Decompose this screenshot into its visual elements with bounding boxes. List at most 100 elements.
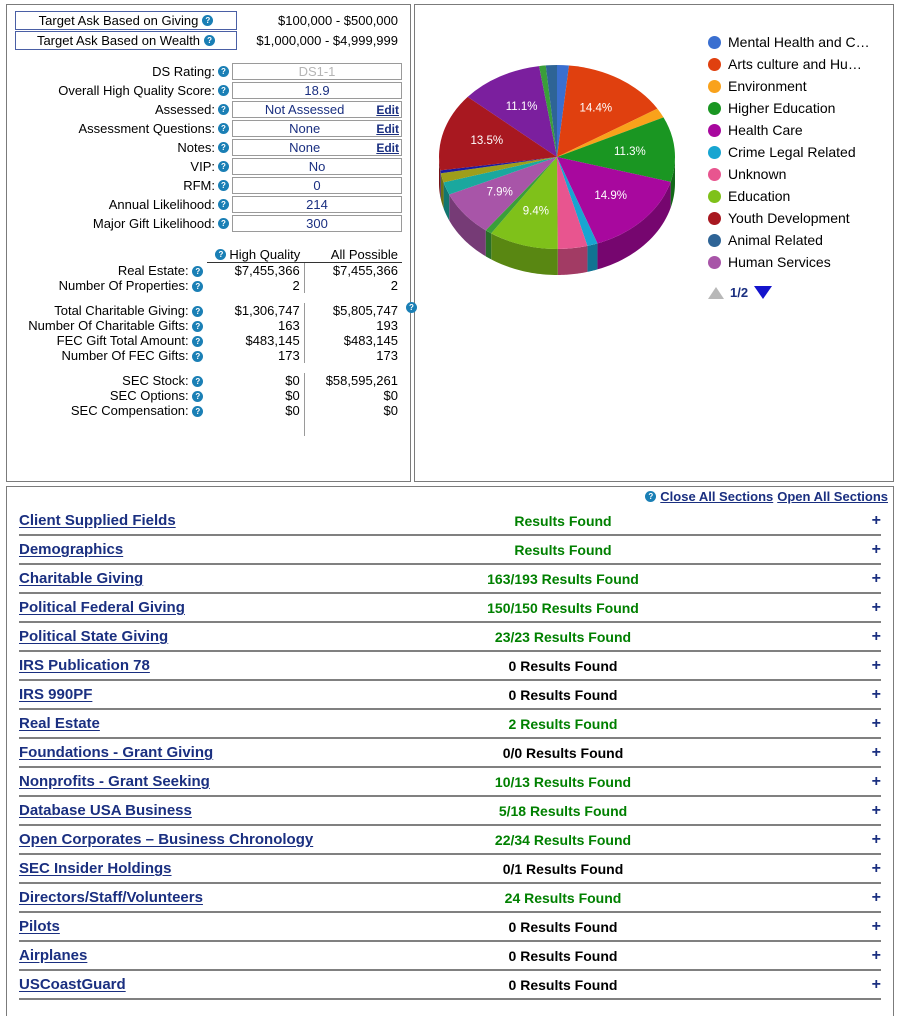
- help-icon[interactable]: ?: [192, 391, 204, 403]
- accordion-section-title[interactable]: Foundations - Grant Giving: [19, 744, 449, 761]
- accordion-section-title[interactable]: Political Federal Giving: [19, 599, 449, 616]
- help-icon[interactable]: ?: [202, 15, 214, 26]
- accordion-row[interactable]: Charitable Giving 163/193 Results Found +: [19, 565, 881, 594]
- accordion-expand-icon[interactable]: +: [857, 802, 881, 820]
- help-icon[interactable]: ?: [192, 351, 204, 363]
- open-all-sections-link[interactable]: Open All Sections: [777, 489, 888, 504]
- accordion-section-title[interactable]: Nonprofits - Grant Seeking: [19, 773, 449, 790]
- accordion-row[interactable]: Pilots 0 Results Found +: [19, 913, 881, 942]
- accordion-expand-icon[interactable]: +: [857, 976, 881, 994]
- help-icon[interactable]: ?: [218, 142, 229, 153]
- pie-chart-help-icon[interactable]: ?: [406, 302, 417, 313]
- accordion-section-title[interactable]: Directors/Staff/Volunteers: [19, 889, 449, 906]
- accordion-expand-icon[interactable]: +: [857, 715, 881, 733]
- legend-item[interactable]: Unknown: [708, 163, 893, 185]
- accordion-section-title[interactable]: Demographics: [19, 541, 449, 558]
- target-ask-button[interactable]: Target Ask Based on Wealth?: [15, 31, 237, 50]
- help-icon[interactable]: ?: [218, 218, 229, 229]
- accordion-row[interactable]: IRS Publication 78 0 Results Found +: [19, 652, 881, 681]
- help-icon[interactable]: ?: [192, 265, 204, 277]
- accordion-row[interactable]: Directors/Staff/Volunteers 24 Results Fou…: [19, 884, 881, 913]
- accordion-section-title[interactable]: Open Corporates – Business Chronology: [19, 831, 449, 848]
- accordion-row[interactable]: Demographics Results Found +: [19, 536, 881, 565]
- legend-item[interactable]: Crime Legal Related: [708, 141, 893, 163]
- legend-item[interactable]: Mental Health and C…: [708, 31, 893, 53]
- help-icon[interactable]: ?: [218, 66, 229, 77]
- accordion-section-title[interactable]: USCoastGuard: [19, 976, 449, 993]
- accordion-row[interactable]: Political Federal Giving 150/150 Results …: [19, 594, 881, 623]
- accordion-section-title[interactable]: Client Supplied Fields: [19, 512, 449, 529]
- help-icon[interactable]: ?: [218, 104, 229, 115]
- accordion-section-title[interactable]: SEC Insider Holdings: [19, 860, 449, 877]
- accordion-section-title[interactable]: Pilots: [19, 918, 449, 935]
- help-icon[interactable]: ?: [192, 406, 204, 418]
- help-icon[interactable]: ?: [218, 123, 229, 134]
- accordion-row[interactable]: Real Estate 2 Results Found +: [19, 710, 881, 739]
- help-icon[interactable]: ?: [192, 281, 204, 293]
- help-icon[interactable]: ?: [218, 199, 229, 210]
- help-icon[interactable]: ?: [218, 161, 229, 172]
- help-icon[interactable]: ?: [192, 321, 204, 333]
- accordion-expand-icon[interactable]: +: [857, 889, 881, 907]
- accordion-help-icon[interactable]: ?: [645, 491, 657, 502]
- accordion-row[interactable]: Political State Giving 23/23 Results Foun…: [19, 623, 881, 652]
- accordion-expand-icon[interactable]: +: [857, 860, 881, 878]
- field-value-box[interactable]: No: [232, 158, 402, 175]
- legend-item[interactable]: Health Care: [708, 119, 893, 141]
- accordion-section-title[interactable]: Charitable Giving: [19, 570, 449, 587]
- edit-link[interactable]: Edit: [376, 141, 401, 155]
- help-icon[interactable]: ?: [218, 180, 229, 191]
- field-value-box[interactable]: 300: [232, 215, 402, 232]
- field-value-box[interactable]: 214: [232, 196, 402, 213]
- field-value-box[interactable]: None Edit: [232, 139, 402, 156]
- accordion-expand-icon[interactable]: +: [857, 947, 881, 965]
- accordion-expand-icon[interactable]: +: [857, 512, 881, 530]
- accordion-expand-icon[interactable]: +: [857, 744, 881, 762]
- accordion-expand-icon[interactable]: +: [857, 570, 881, 588]
- accordion-row[interactable]: Client Supplied Fields Results Found +: [19, 507, 881, 536]
- accordion-expand-icon[interactable]: +: [857, 599, 881, 617]
- accordion-row[interactable]: Airplanes 0 Results Found +: [19, 942, 881, 971]
- accordion-expand-icon[interactable]: +: [857, 686, 881, 704]
- accordion-row[interactable]: Foundations - Grant Giving 0/0 Results Fo…: [19, 739, 881, 768]
- help-icon[interactable]: ?: [192, 336, 204, 348]
- legend-item[interactable]: Animal Related: [708, 229, 893, 251]
- accordion-section-title[interactable]: Real Estate: [19, 715, 449, 732]
- legend-item[interactable]: Environment: [708, 75, 893, 97]
- accordion-row[interactable]: SEC Insider Holdings 0/1 Results Found +: [19, 855, 881, 884]
- accordion-section-title[interactable]: Database USA Business: [19, 802, 449, 819]
- legend-item[interactable]: Arts culture and Hu…: [708, 53, 893, 75]
- help-icon[interactable]: ?: [204, 35, 216, 46]
- accordion-row[interactable]: IRS 990PF 0 Results Found +: [19, 681, 881, 710]
- accordion-expand-icon[interactable]: +: [857, 657, 881, 675]
- field-value-box[interactable]: 18.9: [232, 82, 402, 99]
- legend-item[interactable]: Education: [708, 185, 893, 207]
- field-value-box[interactable]: DS1-1: [232, 63, 402, 80]
- accordion-expand-icon[interactable]: +: [857, 918, 881, 936]
- accordion-expand-icon[interactable]: +: [857, 831, 881, 849]
- accordion-expand-icon[interactable]: +: [857, 773, 881, 791]
- accordion-expand-icon[interactable]: +: [857, 628, 881, 646]
- accordion-row[interactable]: Database USA Business 5/18 Results Found +: [19, 797, 881, 826]
- giving-pie-chart[interactable]: 14.4% 11.3% 14.9% 9.4% 7.9% 13.5% 11.1%: [415, 9, 700, 299]
- target-ask-button[interactable]: Target Ask Based on Giving?: [15, 11, 237, 30]
- accordion-section-title[interactable]: IRS Publication 78: [19, 657, 449, 674]
- field-value-box[interactable]: None Edit: [232, 120, 402, 137]
- accordion-section-title[interactable]: IRS 990PF: [19, 686, 449, 703]
- field-value-box[interactable]: Not Assessed Edit: [232, 101, 402, 118]
- edit-link[interactable]: Edit: [376, 122, 401, 136]
- legend-item[interactable]: Youth Development: [708, 207, 893, 229]
- legend-prev-page-icon[interactable]: [708, 286, 724, 299]
- help-icon[interactable]: ?: [192, 306, 204, 318]
- field-value-box[interactable]: 0: [232, 177, 402, 194]
- help-icon[interactable]: ?: [218, 85, 229, 96]
- accordion-row[interactable]: Nonprofits - Grant Seeking 10/13 Results …: [19, 768, 881, 797]
- legend-next-page-icon[interactable]: [754, 286, 773, 299]
- accordion-section-title[interactable]: Political State Giving: [19, 628, 449, 645]
- accordion-row[interactable]: USCoastGuard 0 Results Found +: [19, 971, 881, 1000]
- accordion-expand-icon[interactable]: +: [857, 541, 881, 559]
- accordion-section-title[interactable]: Airplanes: [19, 947, 449, 964]
- legend-item[interactable]: Human Services: [708, 251, 893, 273]
- close-all-sections-link[interactable]: Close All Sections: [660, 489, 773, 504]
- help-icon[interactable]: ?: [215, 249, 227, 260]
